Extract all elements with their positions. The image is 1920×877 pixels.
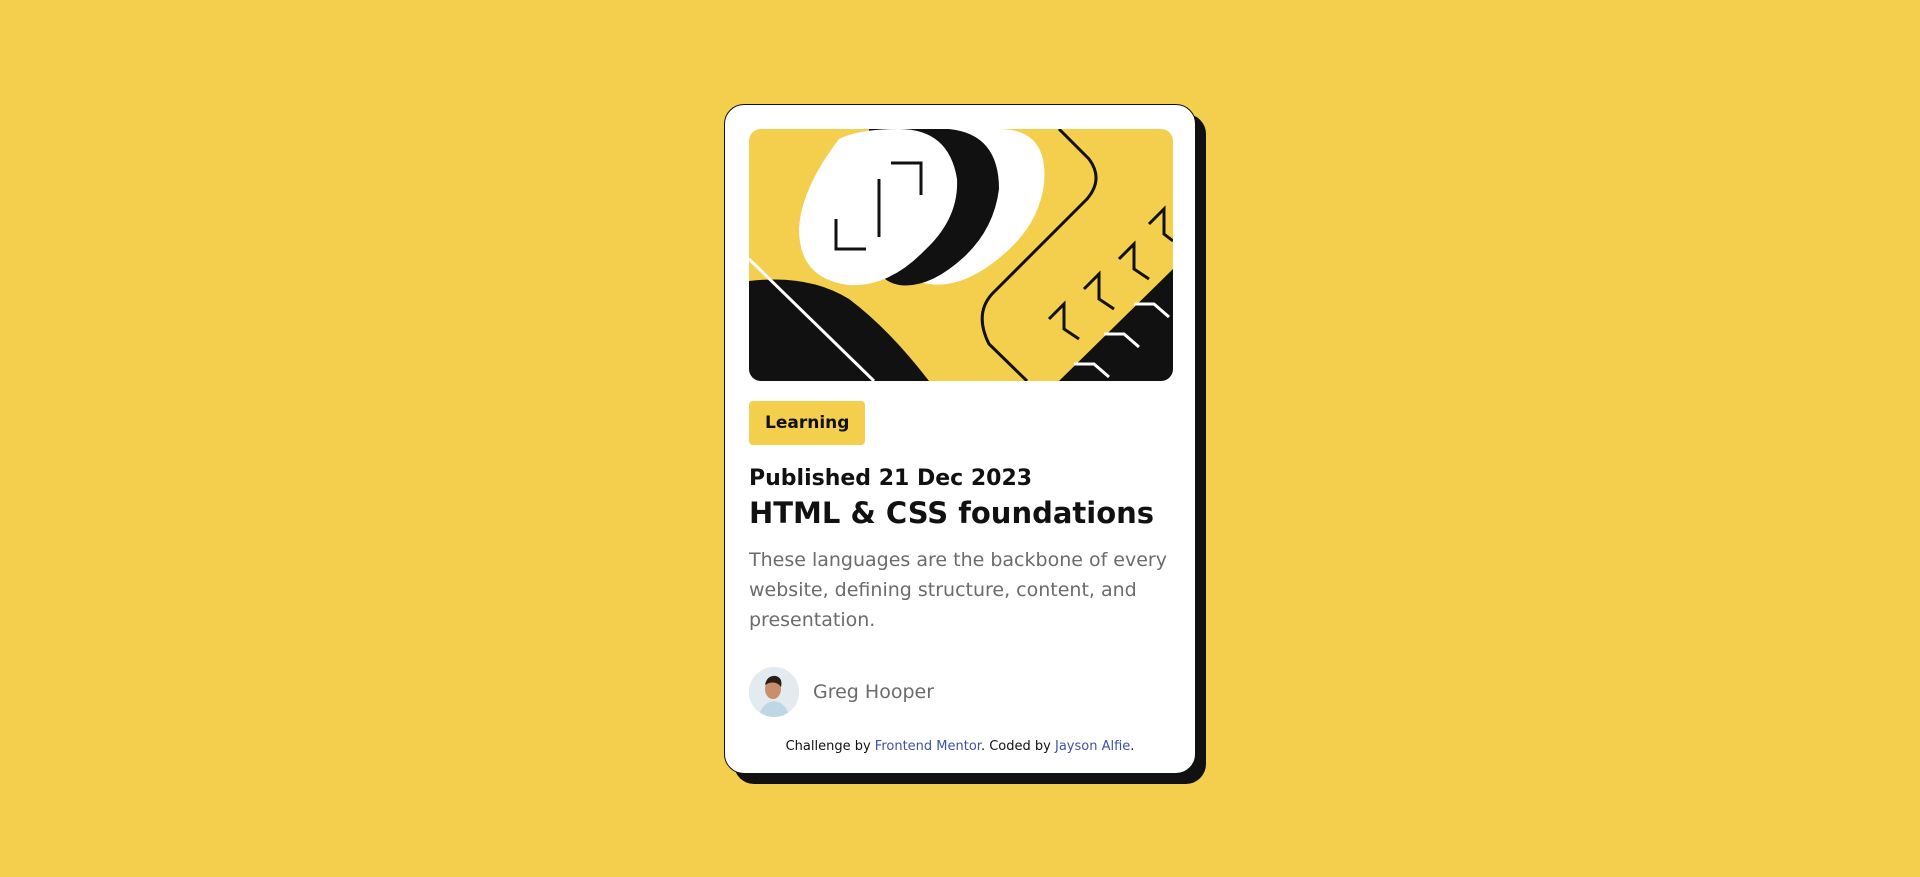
- attribution-middle: . Coded by: [980, 739, 1051, 754]
- attribution: Challenge by Frontend Mentor. Coded by J…: [725, 739, 1195, 754]
- attribution-suffix: .: [1130, 739, 1135, 754]
- author: Greg Hooper: [749, 667, 934, 717]
- card-description: These languages are the backbone of ever…: [749, 549, 1167, 631]
- published-date: Published 21 Dec 2023: [749, 466, 1033, 491]
- coder-link[interactable]: Jayson Alfie: [1055, 739, 1130, 754]
- author-name: Greg Hooper: [813, 681, 935, 703]
- category-tag: Learning: [749, 401, 866, 445]
- hero-illustration: [749, 129, 1173, 381]
- frontend-mentor-link[interactable]: Frontend Mentor: [875, 739, 981, 754]
- card-title[interactable]: HTML & CSS foundations: [749, 495, 1171, 531]
- avatar: [749, 667, 799, 717]
- blog-preview-card: Learning Published 21 Dec 2023 HTML & CS…: [724, 104, 1196, 774]
- attribution-prefix: Challenge by: [785, 739, 871, 754]
